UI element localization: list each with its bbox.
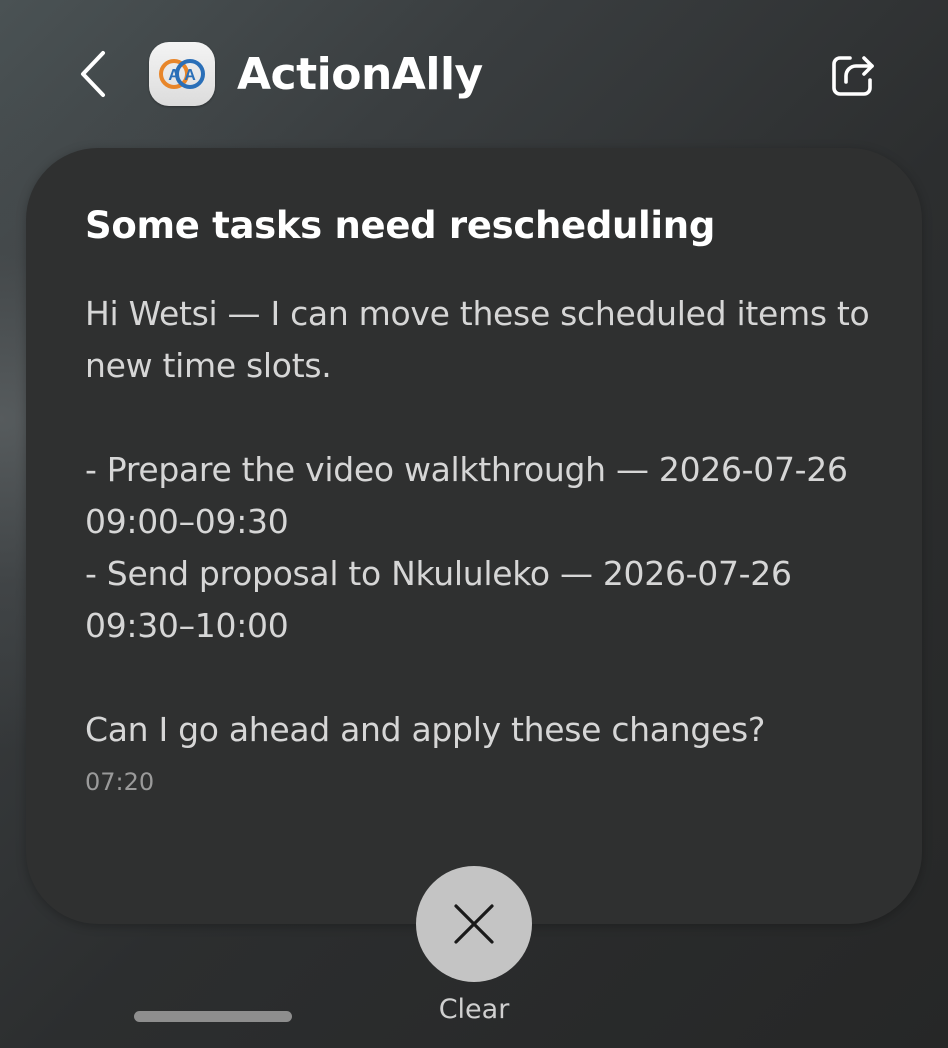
chevron-left-icon bbox=[81, 51, 105, 97]
home-indicator[interactable] bbox=[134, 1011, 292, 1022]
question-text: Can I go ahead and apply these changes? bbox=[85, 710, 766, 749]
close-icon bbox=[454, 904, 494, 944]
task-item: - Send proposal to Nkululeko — 2026-07-2… bbox=[85, 554, 792, 645]
message-timestamp: 07:20 bbox=[85, 768, 155, 796]
message-card: Some tasks need rescheduling Hi Wetsi — … bbox=[26, 148, 922, 924]
clear-label: Clear bbox=[438, 994, 510, 1025]
svg-text:A: A bbox=[184, 67, 196, 84]
back-button[interactable] bbox=[66, 46, 122, 102]
greeting-text: Hi Wetsi — I can move these scheduled it… bbox=[85, 294, 870, 385]
share-button[interactable] bbox=[822, 44, 884, 106]
svg-text:A: A bbox=[168, 67, 180, 84]
clear-button[interactable] bbox=[416, 866, 532, 982]
card-body: Hi Wetsi — I can move these scheduled it… bbox=[85, 288, 885, 756]
app-title: ActionAlly bbox=[237, 49, 483, 100]
share-icon bbox=[832, 56, 874, 96]
task-item: - Prepare the video walkthrough — 2026-0… bbox=[85, 450, 848, 541]
app-logo: A A bbox=[149, 42, 215, 106]
app-header: A A ActionAlly bbox=[0, 0, 948, 150]
card-title: Some tasks need rescheduling bbox=[85, 204, 716, 247]
